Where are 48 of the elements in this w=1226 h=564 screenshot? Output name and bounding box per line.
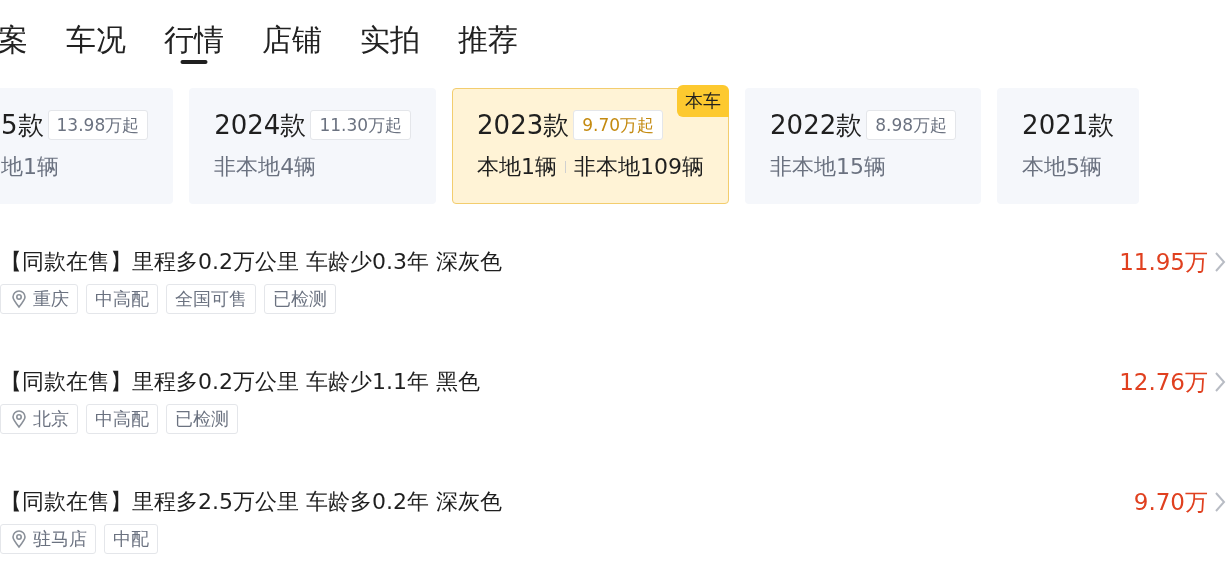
starting-price: 8.98万起: [866, 110, 957, 140]
tab-underline: [180, 60, 208, 64]
listing-count: 本地1辆: [477, 153, 558, 181]
feature-tag: 中配: [104, 524, 158, 554]
feature-tag: 已检测: [166, 404, 238, 434]
listing-count: 非本地4辆: [214, 153, 317, 181]
model-year-card[interactable]: 2024款 11.30万起 非本地4辆: [189, 88, 437, 204]
chevron-right-icon[interactable]: [1214, 371, 1226, 393]
listing-count: 非本地109辆: [574, 153, 705, 181]
tab[interactable]: 车况: [66, 16, 126, 64]
tab[interactable]: 实拍: [360, 16, 420, 64]
location-pin-icon: [9, 289, 29, 309]
starting-price: 13.98万起: [47, 110, 149, 140]
model-year-card[interactable]: 5款 13.98万起 地1辆: [0, 88, 174, 204]
listing-count: 非本地15辆: [770, 153, 887, 181]
tab[interactable]: 推荐: [458, 16, 518, 64]
location-pin-icon: [9, 529, 29, 549]
tab[interactable]: 行情: [164, 16, 224, 64]
listing-count: 地1辆: [1, 153, 59, 181]
chevron-right-icon[interactable]: [1214, 491, 1226, 513]
feature-tag: 中高配: [86, 284, 158, 314]
location-tag: 重庆: [0, 284, 78, 314]
location-pin-icon: [9, 409, 29, 429]
listing-price: 12.76万: [1119, 367, 1208, 397]
feature-tag: 全国可售: [166, 284, 256, 314]
listing-count: 本地5辆: [1022, 153, 1103, 181]
model-year: 5款: [1, 109, 44, 142]
feature-tag: 已检测: [264, 284, 336, 314]
current-car-badge: 本车: [677, 85, 730, 117]
model-year-card[interactable]: 本车 2023款 9.70万起 本地1辆 非本地109辆: [452, 88, 730, 204]
model-year-card[interactable]: 2022款 8.98万起 非本地15辆: [745, 88, 982, 204]
starting-price: 9.70万起: [573, 110, 664, 140]
feature-tag: 中高配: [86, 404, 158, 434]
listing-title[interactable]: 【同款在售】里程多0.2万公里 车龄少1.1年 黑色: [0, 364, 480, 400]
starting-price: 11.30万起: [310, 110, 412, 140]
location-tag: 驻马店: [0, 524, 96, 554]
listing-price: 9.70万: [1133, 487, 1208, 517]
model-year: 2023款: [477, 109, 570, 142]
model-year: 2022款: [770, 109, 863, 142]
chevron-right-icon[interactable]: [1214, 251, 1226, 273]
model-year-card[interactable]: 2021款 本地5辆: [997, 88, 1140, 204]
model-year: 2024款: [214, 109, 307, 142]
listing-title[interactable]: 【同款在售】里程多2.5万公里 车龄多0.2年 深灰色: [0, 484, 502, 520]
model-year: 2021款: [1022, 109, 1115, 142]
location-tag: 北京: [0, 404, 78, 434]
tab[interactable]: 店铺: [262, 16, 322, 64]
listing-title[interactable]: 【同款在售】里程多0.2万公里 车龄少0.3年 深灰色: [0, 244, 502, 280]
listing-price: 11.95万: [1119, 247, 1208, 277]
